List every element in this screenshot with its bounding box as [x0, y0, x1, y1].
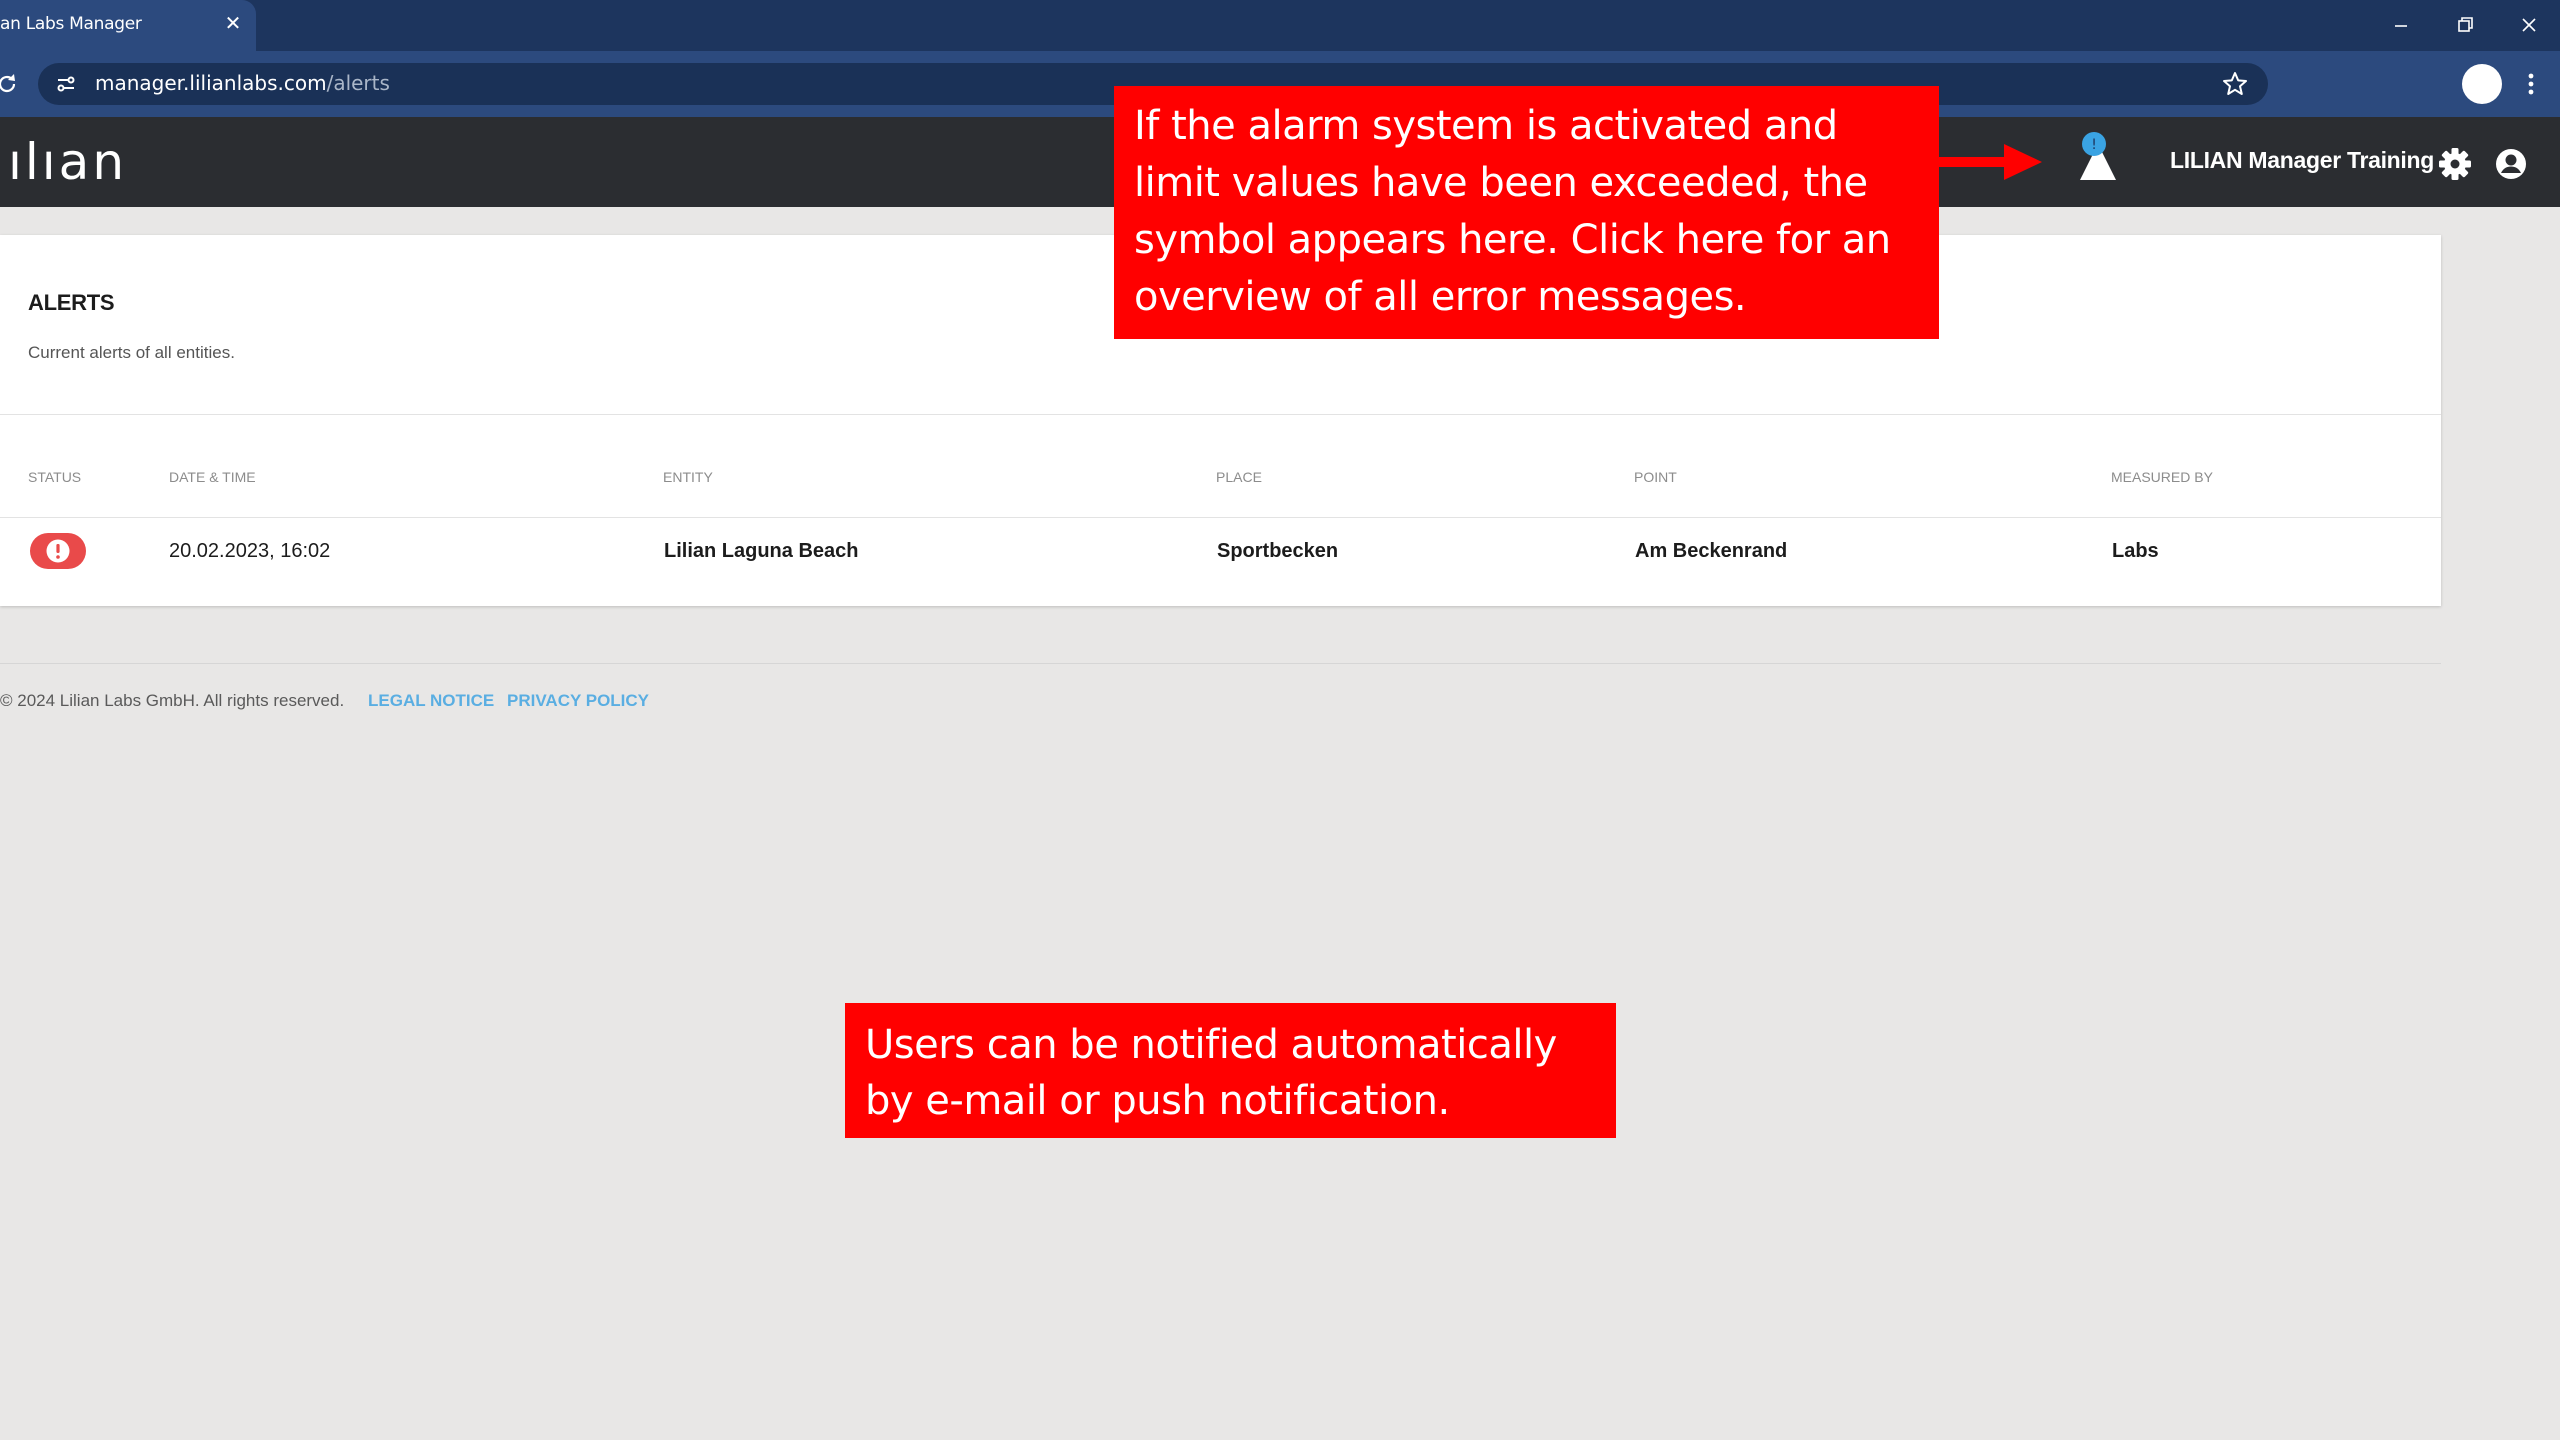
- divider: [0, 517, 2441, 518]
- privacy-policy-link[interactable]: PRIVACY POLICY: [507, 691, 649, 711]
- bookmark-star-icon[interactable]: [2220, 69, 2250, 99]
- account-name[interactable]: LILIAN Manager Training: [2170, 147, 2434, 174]
- callout-notifications: Users can be notified automatically by e…: [845, 1003, 1616, 1138]
- legal-notice-link[interactable]: LEGAL NOTICE: [368, 691, 494, 711]
- browser-tab[interactable]: an Labs Manager ✕: [0, 0, 256, 51]
- alert-point[interactable]: Am Beckenrand: [1635, 540, 1787, 563]
- alarm-notification-icon[interactable]: !: [2072, 130, 2124, 186]
- minimize-icon[interactable]: [2386, 10, 2416, 40]
- notification-badge-text: !: [2091, 137, 2097, 153]
- reload-icon[interactable]: [0, 71, 20, 97]
- column-header-point[interactable]: POINT: [1634, 469, 1677, 485]
- alert-entity[interactable]: Lilian Laguna Beach: [664, 540, 858, 563]
- alert-place[interactable]: Sportbecken: [1217, 540, 1338, 563]
- exclamation-icon: [46, 539, 70, 563]
- site-settings-icon[interactable]: [54, 72, 78, 96]
- divider: [0, 414, 2441, 415]
- gear-icon[interactable]: [2438, 147, 2472, 181]
- lilian-logo[interactable]: ılıan: [8, 134, 127, 190]
- status-error-badge[interactable]: [30, 533, 86, 569]
- alert-measured-by[interactable]: Labs: [2112, 540, 2159, 563]
- callout-arrow-icon: [1936, 144, 2042, 180]
- browser-menu-icon[interactable]: [2524, 68, 2538, 100]
- page-subtitle: Current alerts of all entities.: [28, 343, 235, 362]
- url-text[interactable]: manager.lilianlabs.com/alerts: [95, 71, 390, 95]
- page-title: ALERTS: [28, 290, 115, 315]
- url-path: /alerts: [326, 71, 390, 95]
- restore-icon[interactable]: [2450, 10, 2480, 40]
- browser-profile-avatar[interactable]: [2462, 64, 2502, 104]
- column-header-status[interactable]: STATUS: [28, 469, 81, 485]
- alert-datetime: 20.02.2023, 16:02: [169, 540, 331, 562]
- footer-divider: [0, 663, 2441, 664]
- url-host: manager.lilianlabs.com: [95, 71, 327, 95]
- footer-copyright: © 2024 Lilian Labs GmbH. All rights rese…: [0, 691, 345, 710]
- user-account-icon[interactable]: [2494, 147, 2528, 181]
- column-header-date-time[interactable]: DATE & TIME: [169, 469, 256, 485]
- tab-close-icon[interactable]: ✕: [222, 12, 244, 34]
- callout-alarm-symbol: If the alarm system is activated and lim…: [1114, 86, 1939, 339]
- close-window-icon[interactable]: [2514, 10, 2544, 40]
- column-header-entity[interactable]: ENTITY: [663, 469, 713, 485]
- browser-tab-strip: [0, 0, 2560, 51]
- column-header-place[interactable]: PLACE: [1216, 469, 1262, 485]
- column-header-measured-by[interactable]: MEASURED BY: [2111, 469, 2213, 485]
- tab-title: an Labs Manager: [0, 14, 142, 34]
